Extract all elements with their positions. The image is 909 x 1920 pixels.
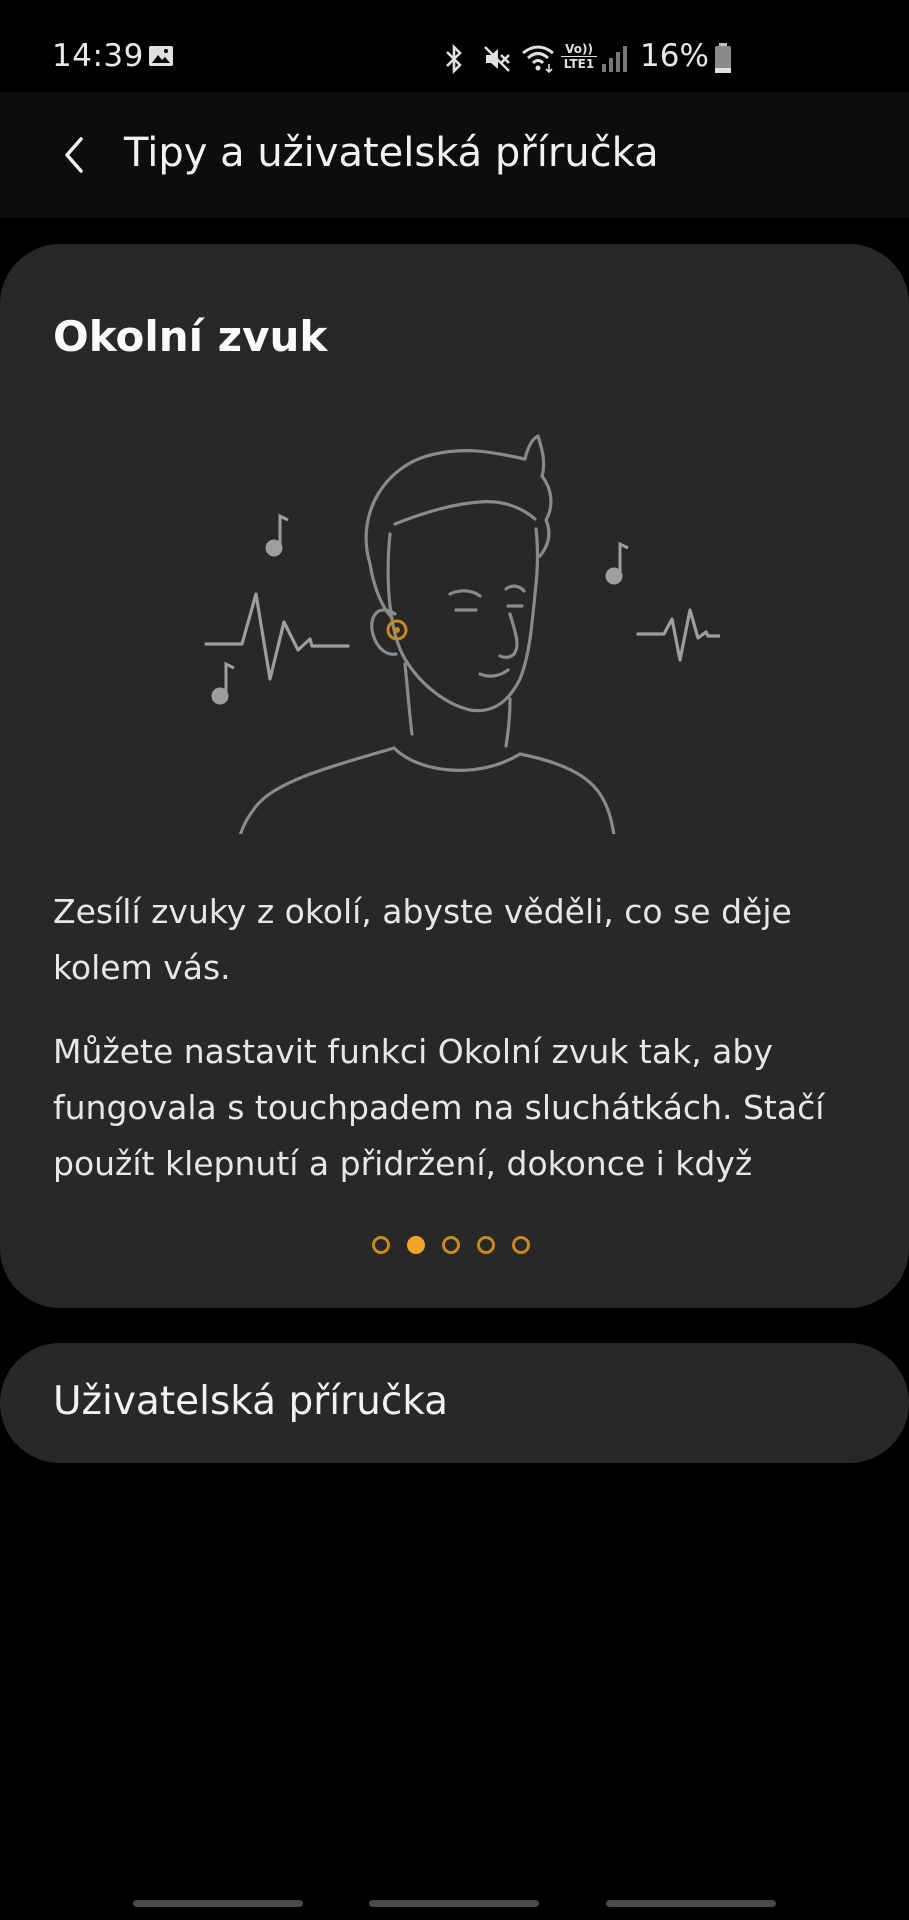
- status-bar: 14:39 Vo)) LTE1 16%: [0, 0, 909, 92]
- page-title: Tipy a uživatelská příručka: [124, 130, 659, 176]
- tip-card[interactable]: Okolní zvuk Zesílí zvuky z okolí, abyste…: [0, 244, 909, 1308]
- battery-icon: [715, 43, 731, 73]
- status-time: 14:39: [52, 38, 144, 74]
- page-dot[interactable]: [512, 1236, 530, 1254]
- nav-back-button[interactable]: [606, 1900, 776, 1907]
- tip-title: Okolní zvuk: [53, 312, 328, 361]
- wifi-icon: [522, 45, 554, 74]
- mute-icon: [484, 46, 510, 72]
- signal-icon: [602, 46, 627, 72]
- volte-label: Vo)): [565, 42, 593, 56]
- app-bar: Tipy a uživatelská příručka: [0, 92, 909, 218]
- page-dot[interactable]: [372, 1236, 390, 1254]
- lte-label: LTE1: [561, 56, 597, 71]
- back-button[interactable]: [44, 122, 104, 188]
- chevron-left-icon: [65, 137, 83, 173]
- gallery-icon: [149, 46, 173, 66]
- user-manual-button[interactable]: Uživatelská příručka: [0, 1343, 909, 1463]
- page-dot-active[interactable]: [407, 1236, 425, 1254]
- nav-home-button[interactable]: [369, 1900, 539, 1907]
- page-indicator: [372, 1236, 530, 1258]
- battery-percent: 16%: [640, 38, 709, 74]
- user-manual-label: Uživatelská příručka: [53, 1379, 449, 1424]
- nav-recents-button[interactable]: [133, 1900, 303, 1907]
- ambient-sound-illustration: [204, 434, 720, 834]
- page-dot[interactable]: [477, 1236, 495, 1254]
- tip-detail: Můžete nastavit funkci Okolní zvuk tak, …: [53, 1032, 825, 1183]
- volte-icon: Vo)) LTE1: [561, 42, 597, 76]
- bluetooth-icon: [446, 44, 462, 74]
- navigation-bar: [0, 1880, 909, 1920]
- page-dot[interactable]: [442, 1236, 460, 1254]
- tip-description: Zesílí zvuky z okolí, abyste věděli, co …: [53, 892, 792, 987]
